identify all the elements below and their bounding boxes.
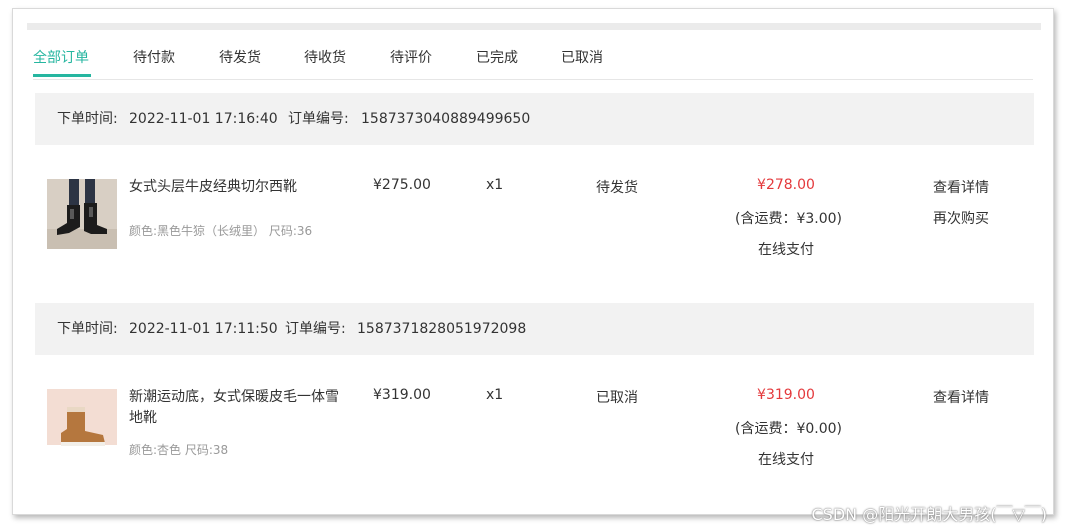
tab-pending-review[interactable]: 待评价	[390, 47, 432, 67]
quantity: x1	[486, 387, 504, 403]
order-number-label: 订单编号:	[288, 111, 349, 127]
order-status: 待发货	[596, 180, 638, 196]
order-time-label: 下单时间:	[57, 111, 118, 127]
shipping-fee: (含运费：¥0.00)	[735, 421, 843, 437]
order-header: 下单时间: 2022-11-01 17:11:50 订单编号: 15873718…	[35, 303, 1034, 355]
order-header: 下单时间: 2022-11-01 17:16:40 订单编号: 15873730…	[35, 93, 1034, 145]
order-time: 2022-11-01 17:11:50	[129, 321, 278, 337]
order-number: 1587371828051972098	[357, 321, 527, 337]
order-status: 已取消	[596, 390, 638, 406]
total-amount: ¥278.00	[757, 177, 815, 193]
unit-price: ¥319.00	[373, 387, 431, 403]
watermark: CSDN @阳光开朗大男孩(￣▽￣)	[811, 505, 1048, 524]
order-tabs: 全部订单 待付款 待发货 待收货 待评价 已完成 已取消	[33, 37, 1033, 80]
view-details-button[interactable]: 查看详情	[933, 387, 989, 418]
product-name[interactable]: 女式头层牛皮经典切尔西靴	[129, 177, 349, 198]
tab-pending-payment[interactable]: 待付款	[133, 47, 175, 67]
order-number: 1587373040889499650	[361, 111, 531, 127]
order-number-label: 订单编号:	[285, 321, 346, 337]
order-total: ¥278.00 (含运费：¥3.00) 在线支付	[735, 177, 843, 270]
orders-panel: 全部订单 待付款 待发货 待收货 待评价 已完成 已取消 下单时间: 2022-…	[12, 8, 1054, 515]
order-item-row: 女式头层牛皮经典切尔西靴 颜色:黑色牛猄（长绒里） 尺码:36 ¥275.00 …	[35, 147, 1034, 277]
view-details-button[interactable]: 查看详情	[933, 177, 989, 208]
product-spec: 颜色:杏色 尺码:38	[129, 443, 229, 457]
order-actions: 查看详情	[933, 387, 989, 418]
quantity: x1	[486, 177, 504, 193]
top-bar	[27, 23, 1041, 30]
tab-cancelled[interactable]: 已取消	[561, 47, 603, 67]
order-time: 2022-11-01 17:16:40	[129, 111, 278, 127]
tab-pending-receipt[interactable]: 待收货	[304, 47, 346, 67]
total-amount: ¥319.00	[757, 387, 815, 403]
tab-completed[interactable]: 已完成	[476, 47, 518, 67]
product-spec: 颜色:黑色牛猄（长绒里） 尺码:36	[129, 224, 313, 238]
order-item-row: 新潮运动底，女式保暖皮毛一体雪地靴 颜色:杏色 尺码:38 ¥319.00 x1…	[35, 357, 1034, 487]
active-tab-indicator	[33, 74, 91, 77]
product-name[interactable]: 新潮运动底，女式保暖皮毛一体雪地靴	[129, 387, 349, 429]
order-time-label: 下单时间:	[57, 321, 118, 337]
tab-all-orders[interactable]: 全部订单	[33, 47, 89, 67]
unit-price: ¥275.00	[373, 177, 431, 193]
payment-method: 在线支付	[758, 452, 814, 468]
payment-method: 在线支付	[758, 242, 814, 258]
shipping-fee: (含运费：¥3.00)	[735, 211, 843, 227]
product-image-snow-boots[interactable]	[47, 389, 117, 459]
order-total: ¥319.00 (含运费：¥0.00) 在线支付	[735, 387, 843, 480]
tab-pending-shipment[interactable]: 待发货	[219, 47, 261, 67]
buy-again-button[interactable]: 再次购买	[933, 208, 989, 239]
product-image-boots[interactable]	[47, 179, 117, 249]
order-actions: 查看详情 再次购买	[933, 177, 989, 239]
